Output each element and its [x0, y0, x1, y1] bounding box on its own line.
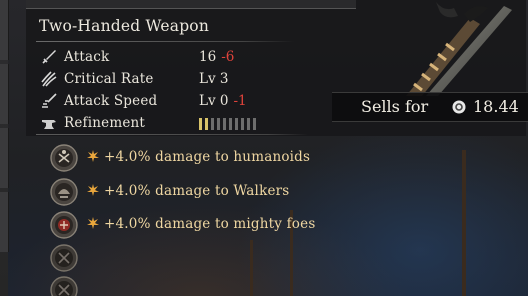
refinement-pip-empty — [223, 118, 226, 130]
stat-attack-speed: Attack Speed Lv 0 -1 — [40, 91, 340, 111]
perk-row-empty — [50, 244, 450, 272]
stat-value: Lv 0 -1 — [199, 93, 247, 109]
refinement-pip-empty — [247, 118, 250, 130]
stat-refinement: Refinement — [40, 113, 340, 133]
starburst-icon — [87, 184, 99, 196]
perk-text: +4.0% damage to Walkers — [104, 183, 290, 199]
stat-delta: -1 — [233, 93, 247, 109]
starburst-icon — [87, 217, 99, 229]
coin-icon — [452, 100, 466, 114]
empty-perk-slot-icon — [50, 276, 78, 296]
humanoid-badge-icon — [50, 144, 78, 172]
mighty-foe-badge-icon — [50, 211, 78, 239]
critical-claw-icon — [41, 71, 57, 87]
item-category: Two-Handed Weapon — [39, 17, 210, 35]
refinement-pip-empty — [211, 118, 214, 130]
sell-label: Sells for — [361, 97, 429, 116]
perk-text: +4.0% damage to humanoids — [104, 149, 311, 165]
inventory-slot-edge — [0, 192, 9, 252]
stat-critical-rate: Critical Rate Lv 3 — [40, 69, 340, 89]
empty-perk-slot-icon — [50, 244, 78, 272]
stat-delta: -6 — [221, 49, 235, 65]
refinement-bar — [199, 118, 279, 130]
background-pole — [462, 150, 466, 296]
speed-slash-icon — [42, 93, 57, 108]
sword-icon — [42, 50, 56, 64]
divider — [36, 134, 308, 135]
item-tooltip-panel: Two-Handed Weapon Attack 16 -6 Critical R… — [26, 0, 528, 136]
perk-row: +4.0% damage to humanoids — [50, 144, 450, 172]
refinement-pip-filled — [199, 118, 202, 130]
divider — [36, 41, 294, 42]
inventory-slot-edge — [0, 128, 9, 188]
stat-label: Refinement — [64, 115, 146, 131]
perk-row-empty — [50, 276, 450, 296]
item-name-strip — [26, 0, 356, 9]
stat-label: Attack — [64, 49, 110, 65]
inventory-slot-edge — [0, 0, 9, 60]
refinement-pip-empty — [253, 118, 256, 130]
sell-price-box: Sells for 18.44 — [332, 92, 528, 122]
perk-text: +4.0% damage to mighty foes — [104, 216, 316, 232]
perk-row: +4.0% damage to Walkers — [50, 178, 450, 206]
weapon-artwork — [406, 2, 512, 96]
stat-value: 16 -6 — [199, 49, 235, 65]
refinement-pip-filled — [205, 118, 208, 130]
sell-value: 18.44 — [473, 97, 519, 116]
anvil-icon — [42, 120, 56, 129]
refinement-pip-empty — [217, 118, 220, 130]
stat-label: Attack Speed — [64, 93, 158, 109]
inventory-slot-edge — [0, 64, 9, 124]
refinement-pip-empty — [229, 118, 232, 130]
walker-badge-icon — [50, 178, 78, 206]
inventory-edge — [0, 0, 9, 296]
refinement-pip-empty — [241, 118, 244, 130]
perk-row: +4.0% damage to mighty foes — [50, 211, 450, 239]
stat-label: Critical Rate — [64, 71, 154, 87]
stat-value: Lv 3 — [199, 71, 229, 87]
starburst-icon — [87, 150, 99, 162]
stat-attack: Attack 16 -6 — [40, 47, 340, 67]
refinement-pip-empty — [235, 118, 238, 130]
